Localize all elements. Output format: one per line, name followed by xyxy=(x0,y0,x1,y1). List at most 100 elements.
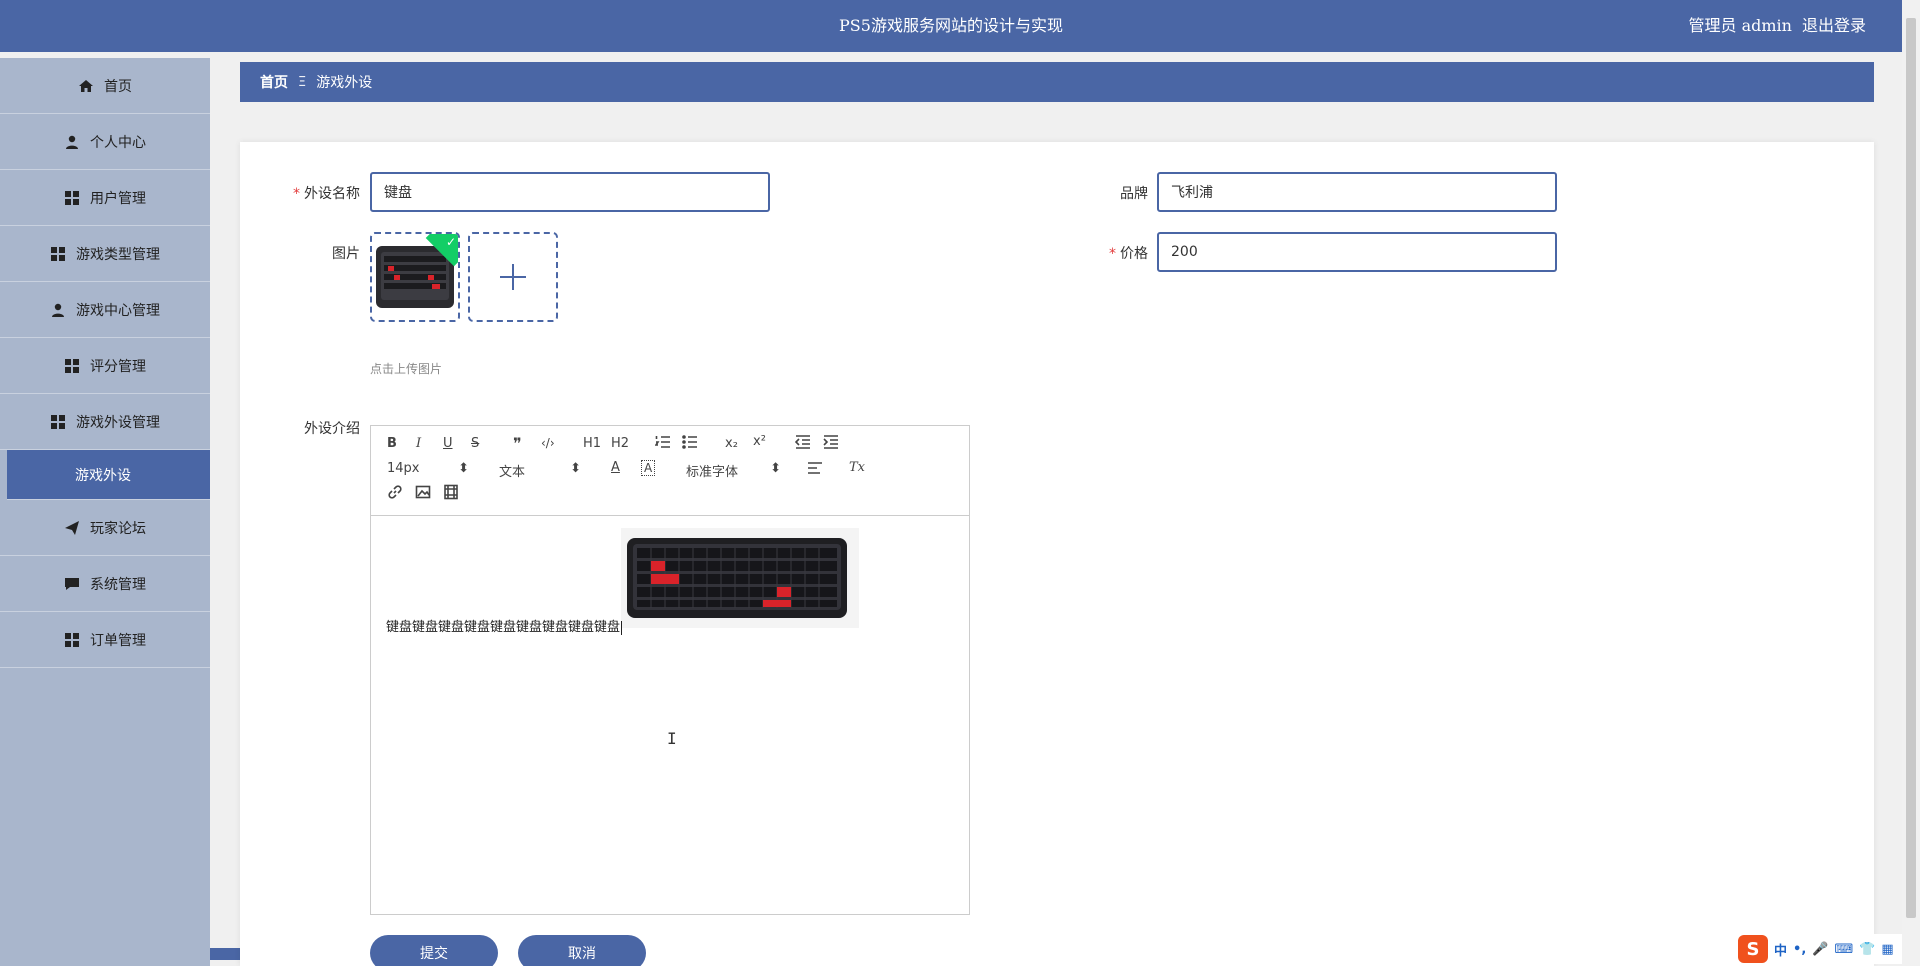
submit-button[interactable]: 提交 xyxy=(370,935,498,966)
ime-keyboard-icon[interactable]: ⌨ xyxy=(1834,942,1853,957)
page-scrollbar[interactable] xyxy=(1902,0,1920,966)
sidebar-item-ratings[interactable]: 评分管理 xyxy=(0,338,210,394)
sidebar-item-label: 评分管理 xyxy=(90,358,146,375)
scrollbar-thumb[interactable] xyxy=(1906,18,1916,918)
uploaded-image-thumb[interactable]: ✓ xyxy=(370,232,460,322)
check-icon: ✓ xyxy=(445,235,456,249)
user-icon xyxy=(66,135,78,149)
editor-content[interactable]: 键盘键盘键盘键盘键盘键盘键盘键盘键盘 xyxy=(371,516,969,914)
keyboard-image xyxy=(621,528,859,628)
sidebar-item-label: 订单管理 xyxy=(90,632,146,649)
breadcrumb: 首页 Ξ 游戏外设 xyxy=(240,62,1874,102)
ime-skin-icon[interactable]: 👕 xyxy=(1859,942,1875,957)
header-select[interactable]: 文本 ⬍ xyxy=(499,461,581,480)
ime-mode-toggle[interactable]: 中 xyxy=(1774,940,1787,959)
bullet-list-button[interactable] xyxy=(682,434,698,454)
font-family-select[interactable]: 标准字体 ⬍ xyxy=(686,461,781,480)
ime-logo-icon[interactable]: S xyxy=(1738,935,1768,963)
keyboard-picture-icon xyxy=(627,538,847,618)
align-button[interactable] xyxy=(807,460,823,480)
indent-icon xyxy=(823,435,838,449)
intro-label: 外设介绍 xyxy=(304,421,360,437)
strike-button[interactable]: S xyxy=(471,436,479,451)
select-arrows-icon: ⬍ xyxy=(770,461,781,476)
indent-button[interactable] xyxy=(823,434,839,454)
outdent-icon xyxy=(794,435,810,449)
sidebar-item-label: 系统管理 xyxy=(90,576,146,593)
text-caret xyxy=(621,620,623,635)
user-area: 管理员 admin 退出登录 xyxy=(1689,12,1866,36)
sidebar-item-game-types[interactable]: 游戏类型管理 xyxy=(0,226,210,282)
image-label: 图片 xyxy=(332,246,360,262)
sidebar-item-label: 玩家论坛 xyxy=(90,520,146,537)
sidebar-item-profile[interactable]: 个人中心 xyxy=(0,114,210,170)
select-arrows-icon: ⬍ xyxy=(570,461,581,476)
sidebar-subitem-peripherals[interactable]: 游戏外设 xyxy=(7,450,210,500)
price-input[interactable] xyxy=(1157,232,1557,272)
superscript-button[interactable]: x² xyxy=(753,434,766,449)
bold-button[interactable]: B xyxy=(387,436,397,451)
image-button[interactable] xyxy=(415,484,431,504)
link-button[interactable] xyxy=(387,484,403,504)
subscript-button[interactable]: x₂ xyxy=(725,436,738,451)
breadcrumb-current: 游戏外设 xyxy=(316,75,373,91)
background-color-button[interactable]: A xyxy=(641,460,656,476)
code-block-button[interactable]: ‹/› xyxy=(541,436,555,450)
sidebar-item-game-center[interactable]: 游戏中心管理 xyxy=(0,282,210,338)
upload-hint: 点击上传图片 xyxy=(370,362,443,376)
clear-format-button[interactable]: Tx xyxy=(849,460,865,475)
ime-menu-icon[interactable]: ▦ xyxy=(1881,942,1893,957)
user-icon xyxy=(52,303,64,317)
grid-icon xyxy=(65,632,79,647)
name-input[interactable] xyxy=(370,172,770,212)
sidebar-item-label: 用户管理 xyxy=(90,190,146,207)
cancel-button[interactable]: 取消 xyxy=(518,935,646,966)
intro-text: 键盘键盘键盘键盘键盘键盘键盘键盘键盘 xyxy=(386,620,623,635)
ordered-list-button[interactable] xyxy=(654,434,671,454)
sidebar-item-orders[interactable]: 订单管理 xyxy=(0,612,210,668)
name-label: * 外设名称 xyxy=(293,186,360,202)
grid-icon xyxy=(51,414,65,429)
select-arrows-icon: ⬍ xyxy=(458,461,469,476)
sidebar-item-peripherals-mgmt[interactable]: 游戏外设管理 xyxy=(0,394,210,450)
grid-icon xyxy=(65,358,79,373)
sidebar-item-label: 游戏中心管理 xyxy=(76,302,160,319)
ime-punctuation-icon[interactable]: •, xyxy=(1793,942,1806,957)
sidebar-item-label: 游戏外设管理 xyxy=(76,414,160,431)
home-icon xyxy=(79,79,93,92)
sidebar-item-system[interactable]: 系统管理 xyxy=(0,556,210,612)
ime-mic-icon[interactable]: 🎤 xyxy=(1812,942,1828,957)
text-color-button[interactable]: A xyxy=(611,460,620,475)
link-icon xyxy=(388,485,402,499)
video-icon xyxy=(444,484,458,500)
add-image-button[interactable] xyxy=(468,232,558,322)
top-bar: PS5游戏服务网站的设计与实现 管理员 admin 退出登录 xyxy=(0,0,1902,52)
sidebar: 首页 个人中心 用户管理 游戏类型管理 游戏中心管理 评分管理 游戏外设管理 游… xyxy=(0,58,210,966)
sidebar-item-label: 游戏类型管理 xyxy=(76,246,160,263)
grid-icon xyxy=(51,246,65,261)
font-size-select[interactable]: 14px ⬍ xyxy=(387,461,469,476)
brand-label: 品牌 xyxy=(1120,186,1148,202)
plus-icon xyxy=(500,264,526,290)
h1-button[interactable]: H1 xyxy=(583,436,601,451)
bullet-list-icon xyxy=(682,435,697,449)
sidebar-item-forum[interactable]: 玩家论坛 xyxy=(0,500,210,556)
breadcrumb-home[interactable]: 首页 xyxy=(260,72,288,92)
brand-input[interactable] xyxy=(1157,172,1557,212)
price-label: * 价格 xyxy=(1109,246,1148,262)
sidebar-item-home[interactable]: 首页 xyxy=(0,58,210,114)
rich-text-editor: B I U S ❞ ‹/› H1 H2 x₂ x² 14px ⬍ 文本 ⬍ A A … xyxy=(370,425,970,915)
align-left-icon xyxy=(808,462,822,474)
italic-button[interactable]: I xyxy=(416,436,421,451)
blockquote-button[interactable]: ❞ xyxy=(513,434,522,453)
editor-toolbar: B I U S ❞ ‹/› H1 H2 x₂ x² 14px ⬍ 文本 ⬍ A A … xyxy=(371,426,969,516)
logout-link[interactable]: 退出登录 xyxy=(1802,12,1866,36)
sidebar-item-users[interactable]: 用户管理 xyxy=(0,170,210,226)
video-button[interactable] xyxy=(443,484,459,504)
h2-button[interactable]: H2 xyxy=(611,436,629,451)
image-icon xyxy=(415,485,431,499)
ime-toolbar: S 中 •, 🎤 ⌨ 👕 ▦ xyxy=(1738,934,1902,964)
underline-button[interactable]: U xyxy=(443,436,453,451)
outdent-button[interactable] xyxy=(794,434,811,454)
sidebar-item-label: 首页 xyxy=(104,78,132,95)
